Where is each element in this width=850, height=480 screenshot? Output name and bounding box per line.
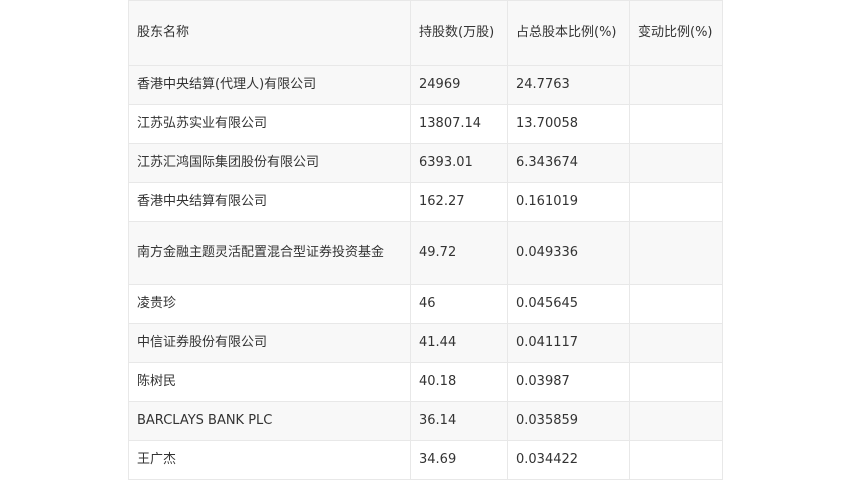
table-row: 南方金融主题灵活配置混合型证券投资基金 49.72 0.049336: [128, 221, 723, 285]
cell-shares-held: 46: [410, 284, 508, 324]
cell-shares-held: 6393.01: [410, 143, 508, 183]
shareholder-table: 股东名称 持股数(万股) 占总股本比例(%) 变动比例(%) 香港中央结算(代理…: [128, 0, 723, 480]
cell-shareholder-name: 香港中央结算有限公司: [128, 182, 411, 222]
table-row: 中信证券股份有限公司 41.44 0.041117: [128, 323, 723, 363]
shareholder-table-container: 股东名称 持股数(万股) 占总股本比例(%) 变动比例(%) 香港中央结算(代理…: [128, 0, 723, 480]
cell-share-ratio: 24.7763: [507, 65, 630, 105]
cell-change-ratio: [629, 323, 723, 363]
cell-share-ratio: 13.70058: [507, 104, 630, 144]
cell-share-ratio: 0.035859: [507, 401, 630, 441]
cell-share-ratio: 6.343674: [507, 143, 630, 183]
cell-shares-held: 41.44: [410, 323, 508, 363]
cell-shares-held: 36.14: [410, 401, 508, 441]
cell-change-ratio: [629, 221, 723, 285]
table-row: BARCLAYS BANK PLC 36.14 0.035859: [128, 401, 723, 441]
cell-shareholder-name: BARCLAYS BANK PLC: [128, 401, 411, 441]
cell-shareholder-name: 江苏汇鸿国际集团股份有限公司: [128, 143, 411, 183]
cell-change-ratio: [629, 104, 723, 144]
cell-change-ratio: [629, 182, 723, 222]
cell-share-ratio: 0.041117: [507, 323, 630, 363]
table-row: 香港中央结算有限公司 162.27 0.161019: [128, 182, 723, 222]
header-shares-held: 持股数(万股): [410, 0, 508, 66]
table-row: 凌贵珍 46 0.045645: [128, 284, 723, 324]
cell-shareholder-name: 陈树民: [128, 362, 411, 402]
cell-change-ratio: [629, 284, 723, 324]
header-shareholder-name: 股东名称: [128, 0, 411, 66]
cell-shares-held: 13807.14: [410, 104, 508, 144]
cell-shares-held: 24969: [410, 65, 508, 105]
cell-shareholder-name: 香港中央结算(代理人)有限公司: [128, 65, 411, 105]
table-row: 陈树民 40.18 0.03987: [128, 362, 723, 402]
cell-change-ratio: [629, 401, 723, 441]
table-row: 香港中央结算(代理人)有限公司 24969 24.7763: [128, 65, 723, 105]
cell-share-ratio: 0.03987: [507, 362, 630, 402]
cell-shares-held: 40.18: [410, 362, 508, 402]
cell-change-ratio: [629, 143, 723, 183]
cell-share-ratio: 0.049336: [507, 221, 630, 285]
cell-share-ratio: 0.161019: [507, 182, 630, 222]
cell-shareholder-name: 江苏弘苏实业有限公司: [128, 104, 411, 144]
cell-shareholder-name: 凌贵珍: [128, 284, 411, 324]
header-change-ratio: 变动比例(%): [629, 0, 723, 66]
cell-change-ratio: [629, 65, 723, 105]
cell-shares-held: 49.72: [410, 221, 508, 285]
cell-shares-held: 162.27: [410, 182, 508, 222]
cell-share-ratio: 0.045645: [507, 284, 630, 324]
cell-change-ratio: [629, 362, 723, 402]
cell-shareholder-name: 南方金融主题灵活配置混合型证券投资基金: [128, 221, 411, 285]
cell-shareholder-name: 中信证券股份有限公司: [128, 323, 411, 363]
table-header-row: 股东名称 持股数(万股) 占总股本比例(%) 变动比例(%): [128, 0, 723, 66]
table-row: 江苏汇鸿国际集团股份有限公司 6393.01 6.343674: [128, 143, 723, 183]
table-row: 江苏弘苏实业有限公司 13807.14 13.70058: [128, 104, 723, 144]
header-share-ratio: 占总股本比例(%): [507, 0, 630, 66]
